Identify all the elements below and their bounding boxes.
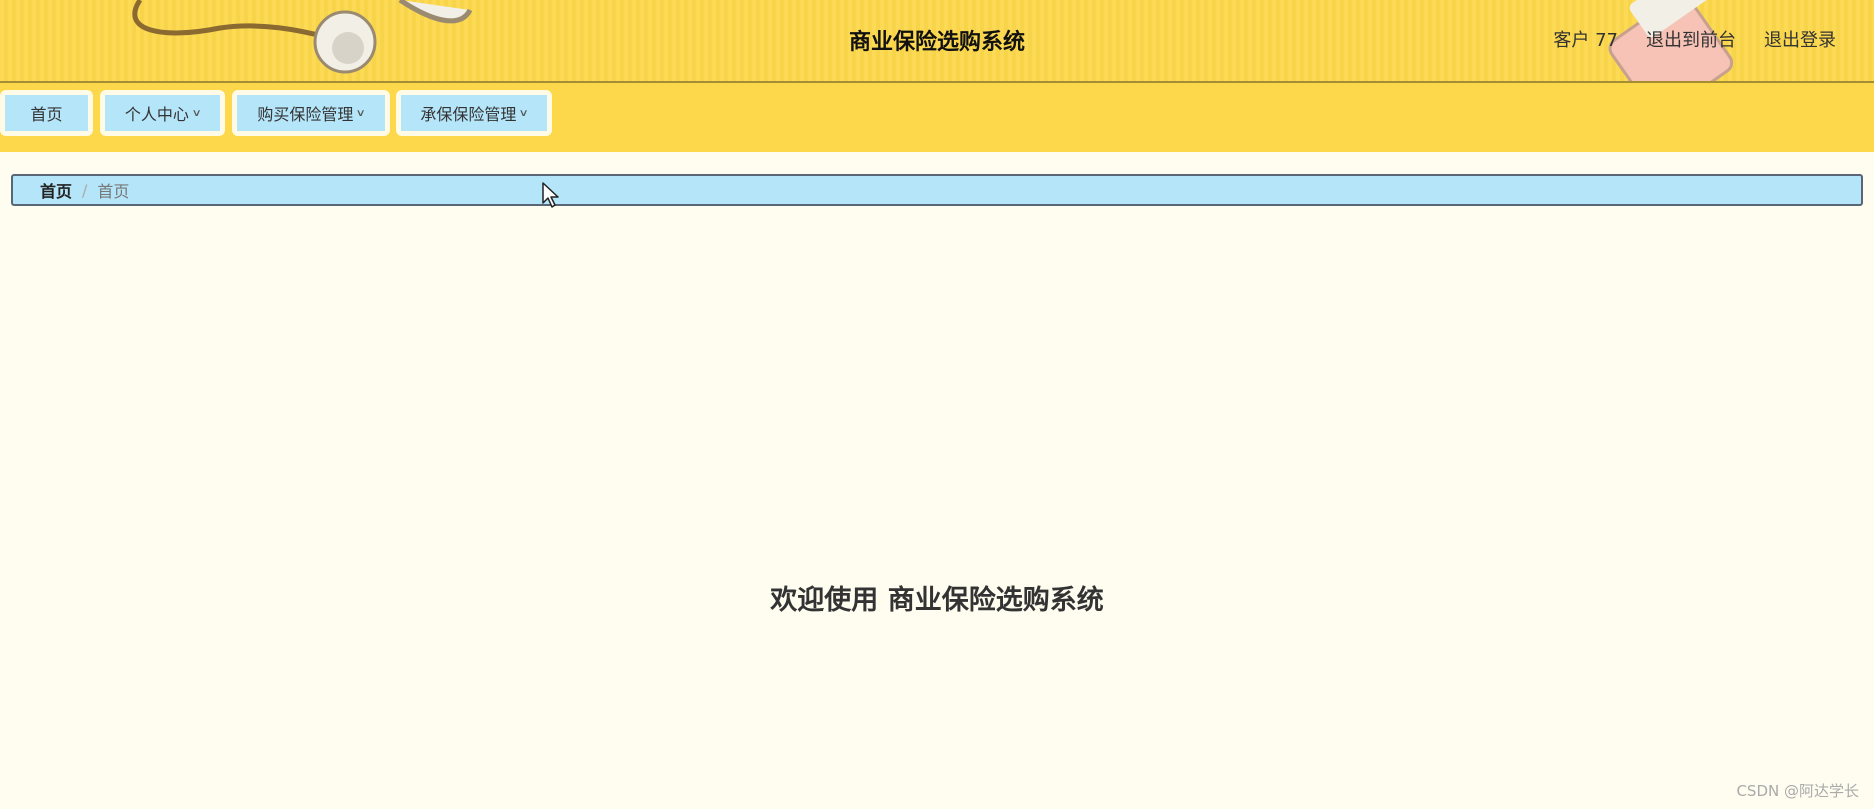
page: 商业保险选购系统 客户 77 退出到前台 退出登录 首页 个人中心 ∨ 购买保险… <box>0 0 1874 809</box>
nav-item-personal-center-inner: 个人中心 ∨ <box>105 95 220 131</box>
chevron-down-icon: ∨ <box>518 107 530 119</box>
nav-bar: 首页 个人中心 ∨ 购买保险管理 ∨ 承保保险管理 ∨ <box>0 83 1874 152</box>
mouse-cursor-icon <box>542 182 559 208</box>
nav-item-underwriting-insurance[interactable]: 承保保险管理 ∨ <box>396 90 552 136</box>
nav-item-home-inner: 首页 <box>5 95 88 131</box>
nav-item-underwriting-insurance-inner: 承保保险管理 ∨ <box>401 95 547 131</box>
welcome-message: 欢迎使用 商业保险选购系统 <box>770 585 1104 616</box>
chevron-down-icon: ∨ <box>191 107 202 119</box>
watermark: CSDN @阿达学长 <box>1736 782 1859 800</box>
breadcrumb-home[interactable]: 首页 <box>40 178 72 202</box>
back-to-frontend-link[interactable]: 退出到前台 <box>1646 26 1736 52</box>
top-header: 商业保险选购系统 客户 77 退出到前台 退出登录 <box>0 0 1874 83</box>
nav-item-purchase-insurance[interactable]: 购买保险管理 ∨ <box>232 90 390 136</box>
breadcrumb-current: 首页 <box>97 182 130 201</box>
header-actions: 客户 77 退出到前台 退出登录 <box>1553 26 1836 52</box>
nav-item-purchase-insurance-inner: 购买保险管理 ∨ <box>237 95 385 131</box>
nav-item-label: 购买保险管理 <box>257 105 354 124</box>
nav-item-home[interactable]: 首页 <box>0 90 93 136</box>
nav-item-personal-center[interactable]: 个人中心 ∨ <box>100 90 225 136</box>
breadcrumb: 首页 / 首页 <box>11 174 1863 206</box>
user-label[interactable]: 客户 77 <box>1553 26 1618 52</box>
chevron-down-icon: ∨ <box>355 107 367 119</box>
nav-item-label: 首页 <box>30 105 63 124</box>
nav-item-label: 承保保险管理 <box>420 105 517 124</box>
logout-link[interactable]: 退出登录 <box>1764 26 1836 52</box>
breadcrumb-separator: / <box>82 180 88 200</box>
nav-item-label: 个人中心 <box>124 105 189 124</box>
